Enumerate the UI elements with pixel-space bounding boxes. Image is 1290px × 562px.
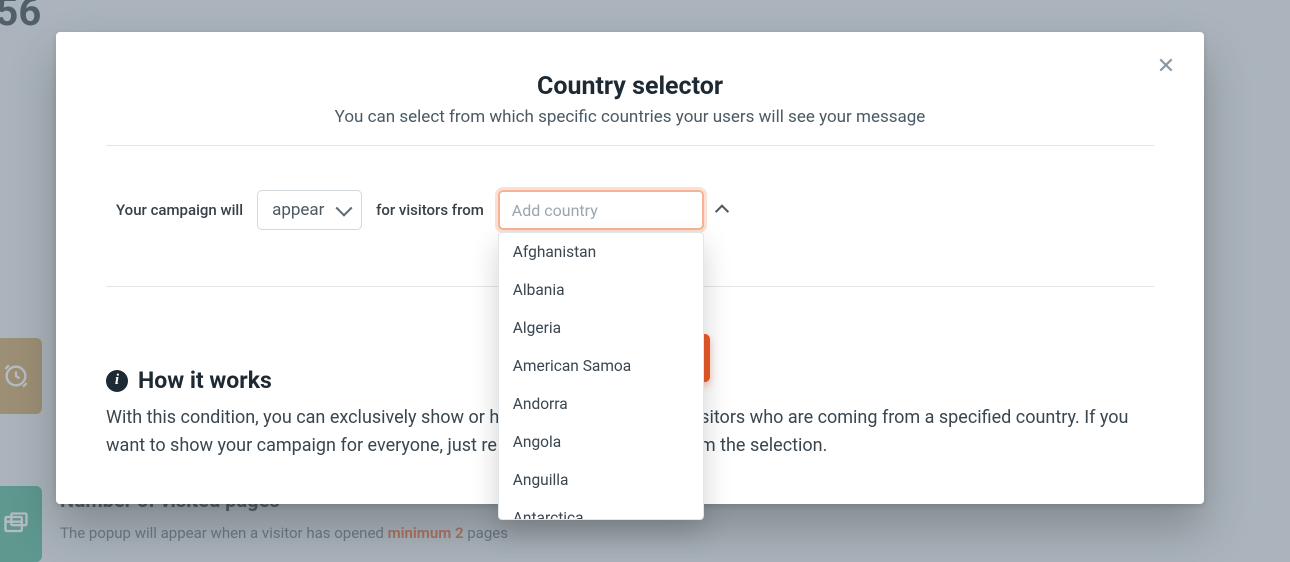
appearance-select[interactable]: appear [257, 190, 362, 230]
country-option[interactable]: Anguilla [499, 461, 703, 499]
rule-prefix: Your campaign will [116, 201, 243, 219]
chevron-up-icon[interactable] [717, 203, 727, 217]
close-button[interactable]: ✕ [1152, 52, 1180, 80]
country-option[interactable]: Angola [499, 423, 703, 461]
country-option[interactable]: Andorra [499, 385, 703, 423]
country-dropdown: Afghanistan Albania Algeria American Sam… [498, 232, 704, 520]
modal-title: Country selector [106, 72, 1154, 101]
country-option[interactable]: American Samoa [499, 347, 703, 385]
close-icon: ✕ [1157, 54, 1175, 79]
country-input[interactable] [510, 200, 717, 221]
rule-suffix: for visitors from [376, 201, 484, 219]
country-field[interactable] [498, 190, 704, 230]
country-option[interactable]: Algeria [499, 309, 703, 347]
how-it-works-heading-text: How it works [138, 367, 272, 394]
info-icon: i [106, 370, 128, 392]
divider-top [106, 145, 1154, 146]
country-option[interactable]: Afghanistan [499, 233, 703, 271]
modal-subtitle: You can select from which specific count… [106, 107, 1154, 127]
country-selector-modal: ✕ Country selector You can select from w… [56, 32, 1204, 504]
rule-row: Your campaign will appear for visitors f… [106, 190, 1154, 230]
country-option[interactable]: Albania [499, 271, 703, 309]
country-option[interactable]: Antarctica [499, 499, 703, 519]
country-combobox[interactable]: Afghanistan Albania Algeria American Sam… [498, 190, 704, 230]
appearance-select-wrap: appear [257, 190, 362, 230]
